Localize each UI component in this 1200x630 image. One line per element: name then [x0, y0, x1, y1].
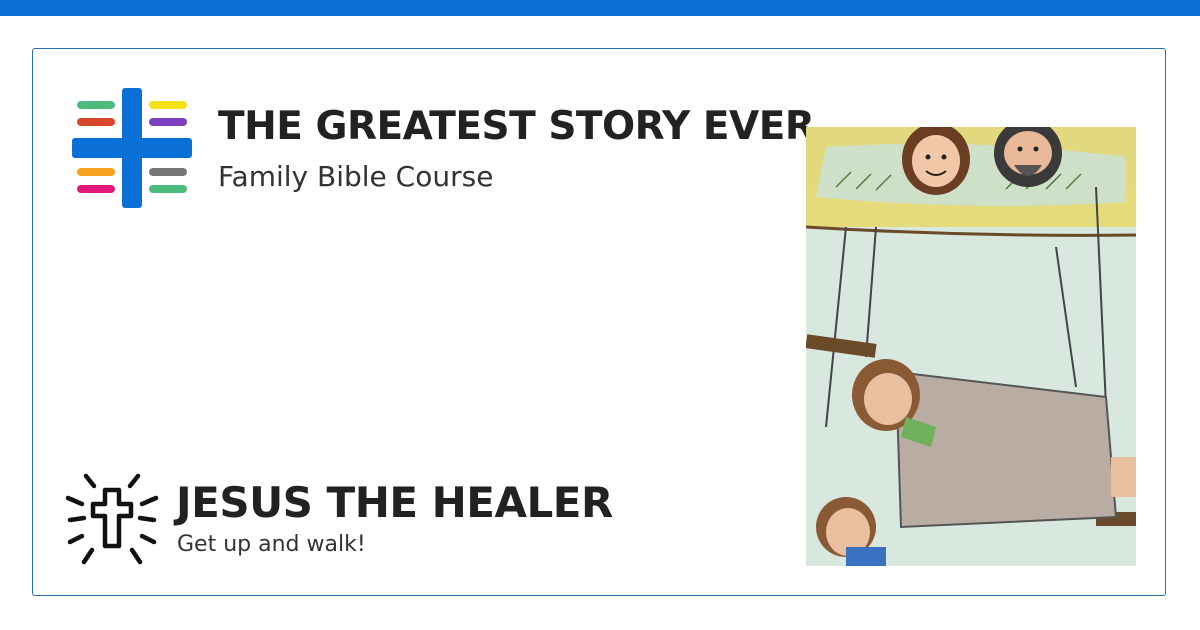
brand-subtitle: Family Bible Course — [218, 160, 494, 193]
lesson-title: JESUS THE HEALER — [176, 478, 613, 527]
paralytic-lowered-through-roof-illustration — [806, 127, 1136, 566]
radiant-cross-icon — [62, 468, 162, 568]
cross-logo-icon — [72, 88, 194, 210]
brand-title: THE GREATEST STORY EVER — [218, 104, 815, 149]
lesson-subtitle: Get up and walk! — [177, 532, 366, 557]
top-accent-bar — [0, 0, 1200, 16]
